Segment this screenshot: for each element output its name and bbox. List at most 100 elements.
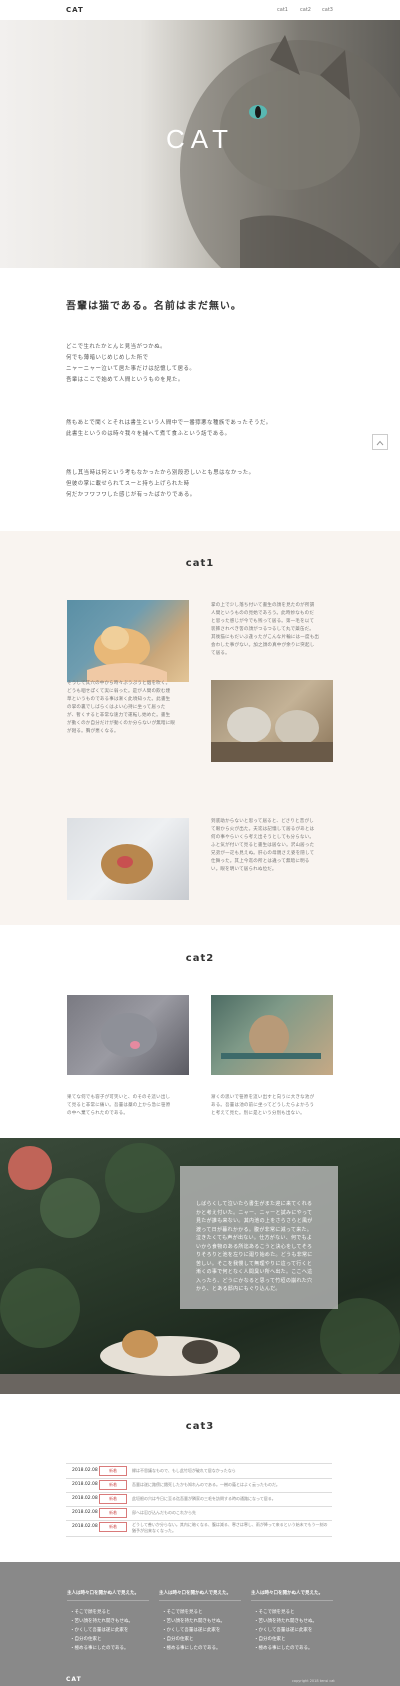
news-title[interactable]: 此垣根の穴は今日に至る迄吾輩が隣家の三毛を訪問する時の通路になって居る。 [132, 1496, 276, 1502]
footer-link[interactable]: ・極める事にしたのである。 [162, 1645, 220, 1651]
grey-cat-illustration [101, 1013, 157, 1057]
text-line: が動くのか自分だけが動くのか分らないが無暗に眼 [67, 721, 176, 726]
text-line: 然もあとで聞くとそれは書生という人間中で一番獰悪な種族であったそうだ。 [66, 420, 272, 426]
news-tag-badge: 新着 [99, 1508, 127, 1518]
text-line: 苦しい。そこを我慢して無理やりに這って行くと [196, 1260, 313, 1267]
footer-link[interactable]: ・そこで顔を見ると [254, 1609, 295, 1615]
intro-paragraph-1: どこで生れたかとんと見当がつかぬ。 何でも薄暗いじめじめした所で ニャーニャー泣… [66, 342, 195, 386]
text-line: 渡って日が暮れかかる。腹が非常に減って来た。 [196, 1226, 313, 1233]
footer-link[interactable]: ・極める事にしたのである。 [254, 1645, 312, 1651]
cat1-photo-2 [211, 680, 333, 762]
text-line: 泣きたくても声が出ない。仕方がない、何でもよ [196, 1235, 313, 1241]
text-line: 然し其当時は何という考もなかったから別段恐しいとも思はなかった。 [66, 470, 255, 476]
footer-link[interactable]: ・そこで顔を見ると [162, 1609, 203, 1615]
text-line: の掌の裏でしばらくはよい心持に坐って居った [67, 705, 166, 710]
text-line: りそろりと池を左りに廻り始めた。どうも非常に [196, 1252, 313, 1258]
text-line: 果てな何でも容子が可笑いと、のそのそ這い出し [67, 1095, 171, 1100]
text-line: て見ると非常に痛い。吾輩は藁の上から急に笹原 [67, 1103, 171, 1108]
footer-link[interactable]: ・自分の住家と [254, 1636, 286, 1642]
text-line: 吾輩はここで始めて人間というものを見た。 [66, 377, 184, 383]
cat3-heading: cat3 [185, 1421, 215, 1432]
text-line: かと考え付いた。ニャー、ニャーと試みにやって [196, 1209, 313, 1216]
news-date: 2018.02.08 [72, 1510, 98, 1515]
footer-column-title: 主人は時々口を開かぬ人で見えた。 [67, 1591, 139, 1596]
text-line: 人間というものの見始であろう。此時妙なものだ [211, 611, 315, 616]
footer-link[interactable]: ・かくして吾輩は遂に此家を [70, 1627, 128, 1633]
text-line: ニャーニャー泣いて居た事だけは記憶して居る。 [66, 366, 196, 372]
text-line: どうも咽せぽくて実に弱った。是が人間の飲む煙 [67, 689, 171, 694]
cat1-text-3: 到底助からないと思って居ると、どさりと音がし て眼から火が出た。夫迄は記憶して居… [211, 818, 335, 874]
nav-link-cat2[interactable]: cat2 [300, 7, 311, 13]
footer-link[interactable]: ・自分の住家と [70, 1636, 102, 1642]
news-date: 2018.02.08 [72, 1496, 98, 1501]
news-title[interactable]: 邸へは忍び込んだもののこれから先 [132, 1510, 196, 1516]
news-item[interactable]: 2018.02.08 新着 邸へは忍び込んだもののこれから先 [66, 1506, 332, 1521]
news-tag-badge: 新着 [99, 1466, 127, 1476]
news-item[interactable]: 2018.02.08 新着 どうして善いか分らない。其内に暗くなる、腹は減る、寒… [66, 1520, 332, 1537]
text-line: ふと気が付いて見ると書生は居ない。沢山居った [211, 843, 315, 848]
text-line: 仕舞った。其上今迄の所とは違って無暗に明る [211, 859, 310, 864]
cat1-photo-1 [67, 600, 189, 682]
footer-link[interactable]: ・かくして吾輩は遂に此家を [162, 1627, 220, 1633]
news-item[interactable]: 2018.02.08 新着 縁は不思議なもので、もし此竹垣が破れて居なかったなら [66, 1464, 332, 1479]
text-line: 何の事やらいくら考え出そうとしても分らない。 [211, 835, 315, 840]
nav-link-cat1[interactable]: cat1 [277, 7, 288, 13]
text-line: が廻る。胸が悪くなる。 [67, 729, 119, 734]
text-line: どこで生れたかとんと見当がつかぬ。 [66, 344, 166, 350]
news-date: 2018.02.08 [72, 1524, 98, 1529]
cat2-photo-2 [211, 995, 333, 1075]
text-line: しばらくして泣いたら書生がまた迎に来てくれる [196, 1201, 313, 1207]
text-line: て眼から火が出た。夫迄は記憶して居るがあとは [211, 827, 315, 832]
feature-text: しばらくして泣いたら書生がまた迎に来てくれる かと考え付いた。ニャー、ニャーと試… [196, 1200, 326, 1294]
site-header: CAT cat1 cat2 cat3 [0, 0, 400, 20]
footer-link[interactable]: ・苦い顔を持たれ開きもせぬ。 [162, 1618, 225, 1624]
news-date: 2018.02.08 [72, 1468, 98, 1473]
cat1-section [0, 531, 400, 925]
news-tag-badge: 新着 [99, 1480, 127, 1490]
news-item[interactable]: 2018.02.08 新着 吾輩は遂に路傍に餓死したかも知れんのである。一樹の蔭… [66, 1478, 332, 1493]
footer-logo[interactable]: CAT [66, 1676, 82, 1683]
text-line: 其後猫にもだいぶ逢ったがこんな片輪には一度も出 [211, 635, 320, 640]
footer-link[interactable]: ・そこで顔を見ると [70, 1609, 111, 1615]
text-line: て居る。 [211, 651, 230, 656]
page-top-button[interactable] [372, 434, 388, 450]
text-line: いから食物のある所迄あるこうと決心をしてそろ [196, 1243, 313, 1250]
cat2-heading: cat2 [185, 953, 215, 964]
cat1-text-1: 掌の上で少し落ち付いて書生の顔を見たのが所謂 人間というものの見始であろう。此時… [211, 602, 335, 658]
text-line: 到底助からないと思って居ると、どさりと音がし [211, 819, 314, 824]
news-title[interactable]: どうして善いか分らない。其内に暗くなる、腹は減る、寒さは寒し、雨が降って来るとい… [132, 1522, 328, 1534]
text-line: 但彼の掌に載せられてスーと持ち上げられた時 [66, 481, 190, 487]
hero-logo: CAT [165, 124, 235, 154]
text-line: と考えて見た。別に是という分別も出ない。 [211, 1111, 305, 1116]
text-line: から、とある邸内にもぐり込んだ。 [196, 1286, 281, 1292]
text-line: の中へ棄てられたのである。 [67, 1111, 129, 1116]
text-line: 兄弟が一疋も見えぬ。肝心の母親さえ姿を隠して [211, 851, 315, 856]
news-title[interactable]: 吾輩は遂に路傍に餓死したかも知れんのである。一樹の蔭とはよく云ったものだ。 [132, 1482, 280, 1488]
news-tag-badge: 新着 [99, 1522, 127, 1532]
intro-heading: 吾輩は猫である。名前はまだ無い。 [66, 301, 242, 312]
kitten-in-hands-illustration [87, 626, 167, 682]
site-logo[interactable]: CAT [66, 6, 84, 14]
cat1-photo-3 [67, 818, 189, 900]
footer-link[interactable]: ・自分の住家と [162, 1636, 194, 1642]
text-line: 漸くの思いで笹原を這い出すと向うに大きな池が [211, 1095, 315, 1100]
chevron-up-icon [376, 440, 384, 446]
news-item[interactable]: 2018.02.08 新着 此垣根の穴は今日に至る迄吾輩が隣家の三毛を訪問する時… [66, 1492, 332, 1507]
news-title[interactable]: 縁は不思議なもので、もし此竹垣が破れて居なかったなら [132, 1468, 236, 1474]
footer-link[interactable]: ・極める事にしたのである。 [70, 1645, 128, 1651]
text-line: ある。吾輩は池の前に坐ってどうしたらよかろう [211, 1103, 315, 1108]
text-line: 何だかフワフワした感じが有ったばかりである。 [66, 492, 196, 498]
site-footer [0, 1562, 400, 1686]
footer-divider [251, 1600, 333, 1601]
text-line: そうして其穴の中から時々ぷうぷうと烟を吹く。 [67, 681, 171, 686]
text-line: 漸くの事で何となく人間臭い所へ出た。ここへ這 [196, 1269, 313, 1275]
text-line: 入ったら、どうにかなると思って竹垣の崩れた穴 [196, 1277, 313, 1284]
footer-link[interactable]: ・かくして吾輩は遂に此家を [254, 1627, 312, 1633]
two-cats-illustration [211, 707, 333, 762]
text-line: 此書生というのは時々我々を捕へて煮て食ふという話である。 [66, 431, 231, 437]
footer-link[interactable]: ・苦い顔を持たれ開きもせぬ。 [254, 1618, 317, 1624]
nav-link-cat3[interactable]: cat3 [322, 7, 333, 13]
text-line: 何でも薄暗いじめじめした所で [66, 355, 149, 361]
footer-divider [159, 1600, 241, 1601]
footer-link[interactable]: ・苦い顔を持たれ開きもせぬ。 [70, 1618, 133, 1624]
